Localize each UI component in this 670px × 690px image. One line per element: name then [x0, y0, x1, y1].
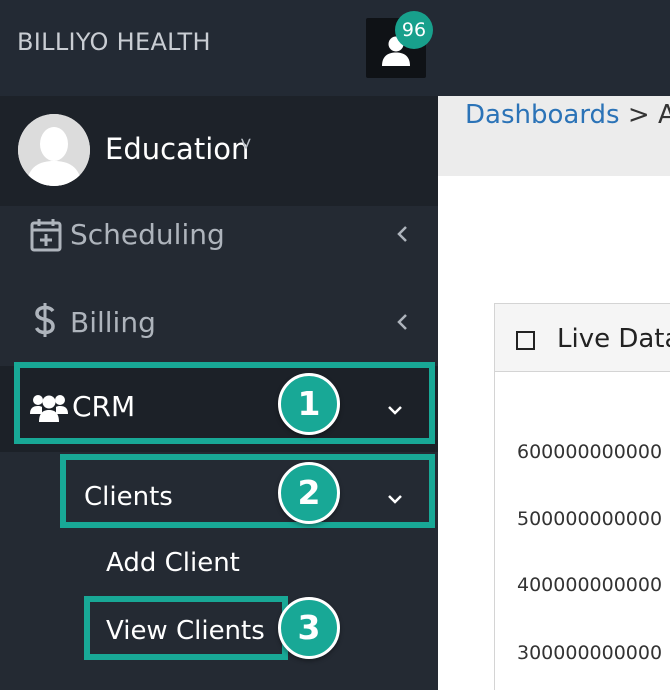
step-marker-1: 1: [278, 373, 340, 435]
panel-header: Live Data: [495, 304, 670, 372]
sidebar-item-label: Scheduling: [70, 218, 225, 251]
profile-caret-icon[interactable]: ˅: [240, 134, 252, 157]
breadcrumb: Dashboards > Ad: [465, 100, 670, 130]
sidebar-item-scheduling[interactable]: Scheduling: [0, 194, 438, 280]
chevron-left-icon: [397, 314, 407, 330]
profile-name[interactable]: Education: [105, 132, 249, 166]
top-bar: BILLIYO HEALTH 96: [0, 0, 670, 96]
step-marker-2: 2: [278, 462, 340, 524]
profile-section: Education ˅: [0, 96, 438, 206]
breadcrumb-current: Ad: [657, 100, 670, 130]
y-axis-tick: 600000000000: [517, 441, 663, 463]
step-marker-3: 3: [278, 597, 340, 659]
sidebar-item-billing[interactable]: Billing: [0, 280, 438, 366]
submenu-add-client[interactable]: Add Client: [106, 548, 240, 578]
breadcrumb-link-dashboards[interactable]: Dashboards: [465, 100, 620, 130]
y-axis-tick: 500000000000: [517, 508, 663, 530]
highlight-box-crm: [14, 362, 435, 444]
chevron-left-icon: [397, 226, 407, 242]
highlight-box-view-clients: [84, 596, 288, 660]
notification-badge[interactable]: 96: [395, 11, 433, 49]
avatar[interactable]: [18, 114, 90, 186]
y-axis-tick: 300000000000: [517, 642, 663, 664]
panel-checkbox-icon[interactable]: [516, 331, 535, 350]
panel-title: Live Data: [557, 324, 670, 354]
avatar-silhouette-icon: [18, 114, 90, 186]
dollar-icon: [34, 303, 55, 337]
brand-name[interactable]: BILLIYO HEALTH: [17, 28, 211, 56]
highlight-box-clients: [60, 454, 435, 528]
live-data-panel: Live Data 600000000000 500000000000 4000…: [494, 303, 670, 690]
y-axis-tick: 400000000000: [517, 574, 663, 596]
sidebar-item-label: Billing: [70, 306, 156, 339]
calendar-plus-icon: [30, 219, 62, 252]
breadcrumb-separator: >: [627, 100, 650, 130]
